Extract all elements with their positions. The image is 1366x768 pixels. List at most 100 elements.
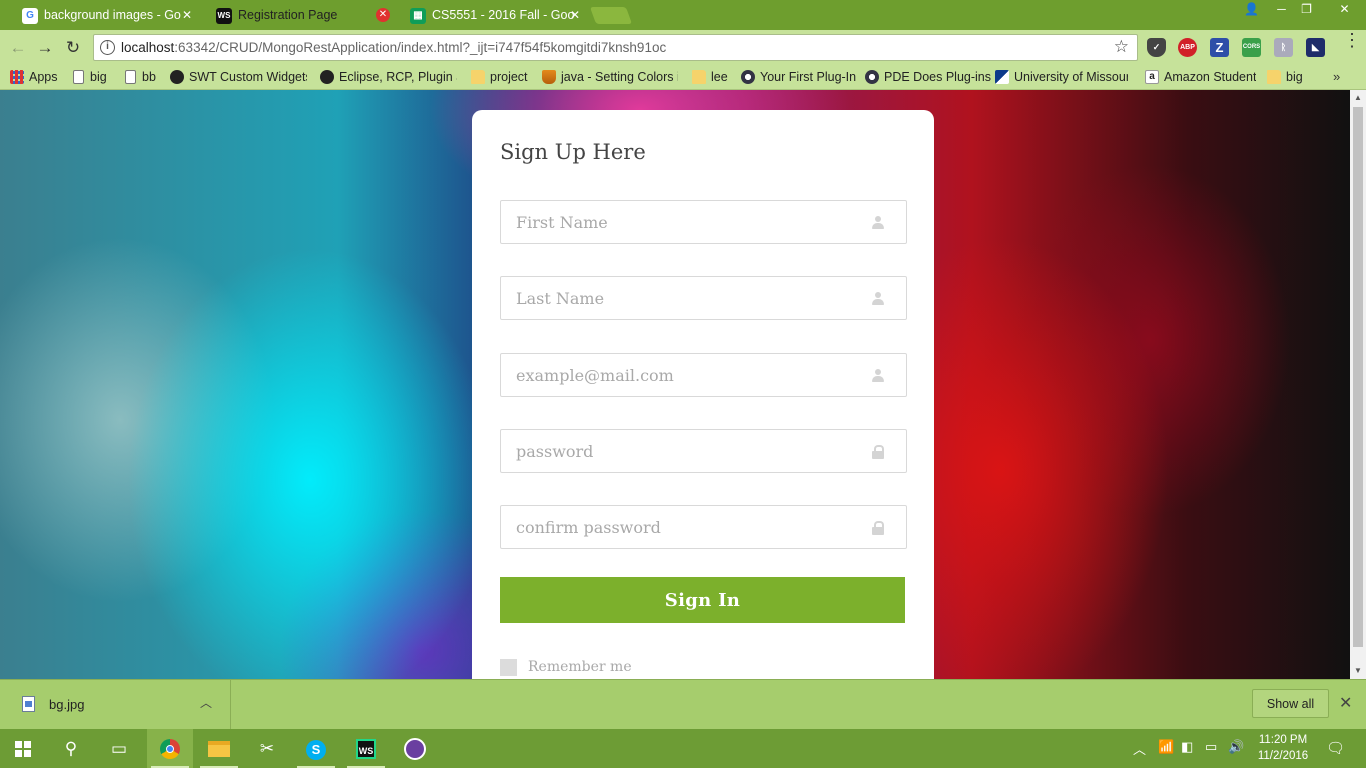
- lock-icon: [871, 520, 885, 535]
- scroll-up-icon[interactable]: ▲: [1350, 90, 1366, 106]
- tray-app-icon[interactable]: ◧: [1181, 739, 1193, 755]
- apps-icon: [10, 70, 24, 84]
- pocket-icon[interactable]: ✓: [1147, 38, 1166, 57]
- stackoverflow-icon: [542, 70, 556, 84]
- confirm-password-field[interactable]: [500, 505, 907, 549]
- info-icon[interactable]: i: [100, 40, 115, 55]
- page-background: Sign Up Here Sign In Remember me: [0, 90, 1350, 679]
- vertical-scrollbar[interactable]: ▲ ▼: [1350, 90, 1366, 679]
- reload-icon[interactable]: ↻: [62, 37, 84, 59]
- extension-profile-icon[interactable]: ◣: [1306, 38, 1325, 57]
- first-name-input[interactable]: [501, 201, 906, 243]
- browser-toolbar: ← → ↻ i localhost:63342/CRUD/MongoRestAp…: [0, 30, 1366, 65]
- confirm-password-input[interactable]: [501, 506, 906, 548]
- adblock-icon[interactable]: ABP: [1178, 38, 1197, 57]
- bookmark-apps[interactable]: Apps: [10, 68, 58, 86]
- start-button[interactable]: [0, 729, 46, 768]
- password-field[interactable]: [500, 429, 907, 473]
- last-name-field[interactable]: [500, 276, 907, 320]
- bookmark-project[interactable]: project: [471, 68, 528, 86]
- minimize-icon[interactable]: ─: [1268, 0, 1295, 20]
- show-all-button[interactable]: Show all: [1252, 689, 1329, 718]
- new-tab-button[interactable]: [589, 7, 633, 24]
- cors-icon[interactable]: CORS: [1242, 38, 1261, 57]
- back-arrow-icon[interactable]: ←: [7, 37, 29, 59]
- clock[interactable]: 11:20 PM 11/2/2016: [1253, 732, 1313, 764]
- remember-me-checkbox[interactable]: [500, 659, 517, 676]
- window-close-icon[interactable]: ✕: [1323, 0, 1366, 20]
- zotero-icon[interactable]: Z: [1210, 38, 1229, 57]
- bookmark-bb[interactable]: bb: [123, 68, 156, 86]
- task-view-icon[interactable]: ▭: [96, 729, 142, 768]
- sheets-icon: ▦: [410, 8, 426, 24]
- menu-dots-icon[interactable]: ⋮: [1343, 31, 1361, 49]
- folder-icon: [471, 70, 485, 84]
- bookmark-your-first-plug-in[interactable]: Your First Plug-In: [741, 68, 856, 86]
- scrollbar-thumb[interactable]: [1353, 107, 1363, 647]
- file-explorer-icon[interactable]: [196, 729, 242, 768]
- first-name-field[interactable]: [500, 200, 907, 244]
- bookmark-eclipse-rcp[interactable]: Eclipse, RCP, Plugin an: [320, 68, 457, 86]
- bookmark-lee[interactable]: lee: [692, 68, 728, 86]
- remember-me-label: Remember me: [528, 659, 632, 675]
- form-title: Sign Up Here: [500, 140, 646, 164]
- address-bar[interactable]: i localhost:63342/CRUD/MongoRestApplicat…: [93, 34, 1138, 61]
- bookmark-big[interactable]: big: [71, 68, 107, 86]
- eclipse-icon: [865, 70, 879, 84]
- download-file-name: bg.jpg: [49, 697, 85, 712]
- github-icon: [320, 70, 334, 84]
- scroll-down-icon[interactable]: ▼: [1350, 663, 1366, 679]
- chrome-taskbar-icon[interactable]: [147, 729, 193, 768]
- last-name-input[interactable]: [501, 277, 906, 319]
- search-icon[interactable]: ⚲: [48, 729, 94, 768]
- download-shelf: bg.jpg ︿ Show all ✕: [0, 679, 1366, 729]
- tab-cs5551[interactable]: ▦ CS5551 - 2016 Fall - Goo ✕: [398, 2, 592, 30]
- chevron-up-icon[interactable]: ︿: [1133, 739, 1146, 758]
- bookmarks-bar: Apps big bb SWT Custom Widgets Eclipse, …: [0, 65, 1366, 90]
- webstorm-icon: WS: [216, 8, 232, 24]
- tab-registration-page[interactable]: WS Registration Page ✕: [204, 2, 400, 30]
- url-text[interactable]: localhost:63342/CRUD/MongoRestApplicatio…: [121, 35, 666, 60]
- bookmark-pde-does-plug-ins[interactable]: PDE Does Plug-ins: [865, 68, 991, 86]
- close-icon[interactable]: ✕: [1339, 693, 1352, 713]
- app-icon[interactable]: [392, 729, 438, 768]
- forward-arrow-icon[interactable]: →: [34, 37, 56, 59]
- tab-background-images[interactable]: G background images - Go ✕: [10, 2, 204, 30]
- volume-icon[interactable]: 🔊: [1228, 739, 1244, 755]
- tab-title: Registration Page: [238, 8, 338, 22]
- email-input[interactable]: [501, 354, 906, 396]
- clock-time: 11:20 PM: [1258, 734, 1308, 746]
- lock-icon: [871, 444, 885, 459]
- user-icon: [871, 368, 885, 383]
- close-icon[interactable]: ✕: [376, 8, 390, 22]
- bookmark-amazon-student[interactable]: a Amazon Student: [1145, 68, 1256, 86]
- university-icon: [995, 70, 1009, 84]
- bookmark-java-setting-colors[interactable]: java - Setting Colors in: [542, 68, 678, 86]
- snipping-tool-icon[interactable]: ✂: [244, 729, 290, 768]
- eclipse-icon: [741, 70, 755, 84]
- bookmark-swt-custom-widgets[interactable]: SWT Custom Widgets: [170, 68, 307, 86]
- folder-icon: [1267, 70, 1281, 84]
- close-icon[interactable]: ✕: [180, 8, 194, 22]
- webstorm-taskbar-icon[interactable]: WS: [343, 729, 389, 768]
- signup-form-card: Sign Up Here Sign In Remember me: [472, 110, 934, 679]
- bookmark-star-icon[interactable]: ☆: [1114, 37, 1129, 57]
- tab-title: background images - Go: [44, 8, 181, 22]
- sign-in-button[interactable]: Sign In: [500, 577, 905, 623]
- password-input[interactable]: [501, 430, 906, 472]
- wifi-icon[interactable]: 📶: [1158, 739, 1174, 755]
- more-bookmarks-icon[interactable]: »: [1333, 69, 1340, 84]
- download-item[interactable]: bg.jpg ︿: [0, 680, 231, 729]
- battery-icon[interactable]: ▭: [1205, 739, 1217, 755]
- close-icon[interactable]: ✕: [568, 8, 582, 22]
- notifications-icon[interactable]: 🗨: [1326, 739, 1345, 757]
- bookmark-big-folder[interactable]: big: [1267, 68, 1303, 86]
- restore-icon[interactable]: ❐: [1293, 0, 1320, 20]
- email-field[interactable]: [500, 353, 907, 397]
- profile-icon[interactable]: 👤: [1238, 0, 1265, 20]
- skype-icon[interactable]: S: [293, 729, 339, 768]
- chevron-up-icon[interactable]: ︿: [200, 694, 212, 711]
- bookmark-university-of-missouri[interactable]: University of Missouri: [995, 68, 1128, 86]
- folder-icon: [692, 70, 706, 84]
- extension-icon[interactable]: ᚱ: [1274, 38, 1293, 57]
